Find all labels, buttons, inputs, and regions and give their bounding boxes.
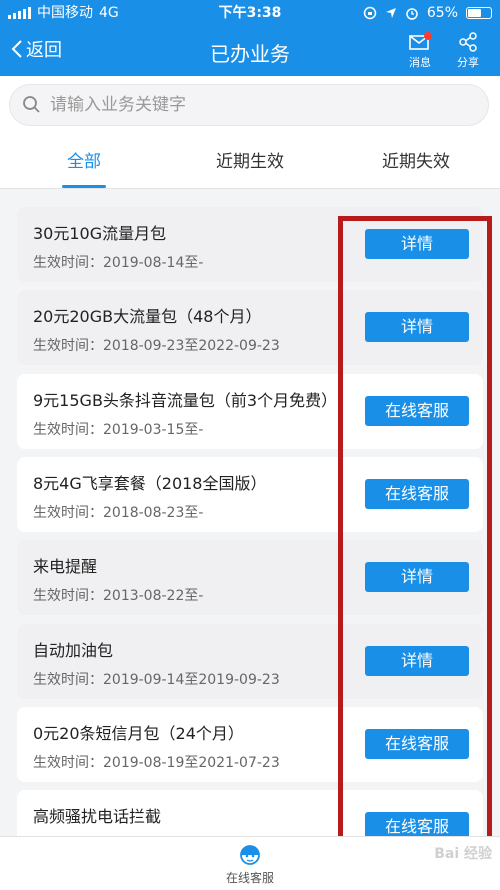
share-label: 分享 [457, 56, 479, 69]
online-service-button[interactable]: 在线客服 [365, 479, 469, 509]
lock-rotation-icon [363, 6, 377, 20]
tab-recently-effective[interactable]: 近期生效 [208, 136, 292, 188]
service-effective-date: 生效时间：2019-03-15至- [33, 422, 204, 438]
service-name: 自动加油包 [33, 641, 114, 660]
watermark: Bai 经验 [434, 846, 492, 862]
service-card: 9元15GB头条抖音流量包（前3个月免费） 生效时间：2019-03-15至- … [17, 374, 483, 449]
online-service-tab[interactable]: 在线客服 [0, 843, 500, 886]
nav-bar: 返回 已办业务 消息 分享 [0, 28, 500, 76]
service-card: 0元20条短信月包（24个月） 生效时间：2019-08-19至2021-07-… [17, 707, 483, 782]
messages-button[interactable]: 消息 [401, 32, 439, 70]
service-name: 9元15GB头条抖音流量包（前3个月免费） [33, 391, 338, 410]
status-bar: 中国移动 4G 下午3:38 65% [0, 0, 500, 26]
share-icon [459, 32, 477, 52]
search-input[interactable] [48, 94, 488, 116]
service-name: 8元4G飞享套餐（2018全国版） [33, 474, 267, 493]
service-name: 来电提醒 [33, 557, 98, 576]
service-card: 30元10G流量月包 生效时间：2019-08-14至- 详情 [17, 207, 483, 282]
search-area [0, 76, 500, 136]
service-effective-date: 生效时间：2019-09-14至2019-09-23 [33, 672, 280, 688]
details-button[interactable]: 详情 [365, 229, 469, 259]
online-service-button[interactable]: 在线客服 [365, 396, 469, 426]
service-name: 高频骚扰电话拦截 [33, 807, 162, 826]
tab-recently-expired[interactable]: 近期失效 [374, 136, 458, 188]
bottom-bar: 在线客服 [0, 836, 500, 890]
service-effective-date: 生效时间：2018-09-23至2022-09-23 [33, 338, 280, 354]
share-button[interactable]: 分享 [449, 32, 487, 70]
service-effective-date: 生效时间：2013-08-22至- [33, 588, 204, 604]
search-box[interactable] [9, 84, 489, 126]
service-card: 来电提醒 生效时间：2013-08-22至- 详情 [17, 540, 483, 615]
service-effective-date: 生效时间：2018-08-23至- [33, 505, 204, 521]
service-name: 30元10G流量月包 [33, 224, 167, 243]
service-card: 8元4G飞享套餐（2018全国版） 生效时间：2018-08-23至- 在线客服 [17, 457, 483, 532]
customer-service-icon [240, 845, 260, 865]
filter-tabs: 全部 近期生效 近期失效 [0, 136, 500, 189]
service-effective-date: 生效时间：2019-08-19至2021-07-23 [33, 755, 280, 771]
service-name: 20元20GB大流量包（48个月） [33, 307, 262, 326]
mail-icon [409, 32, 432, 50]
tab-all[interactable]: 全部 [42, 136, 126, 188]
service-card: 20元20GB大流量包（48个月） 生效时间：2018-09-23至2022-0… [17, 290, 483, 365]
alarm-icon [406, 8, 418, 20]
online-service-button[interactable]: 在线客服 [365, 812, 469, 836]
battery-icon [466, 7, 492, 19]
service-effective-date: 生效时间：2019-08-14至- [33, 255, 204, 271]
messages-label: 消息 [409, 56, 431, 69]
details-button[interactable]: 详情 [365, 312, 469, 342]
service-card: 自动加油包 生效时间：2019-09-14至2019-09-23 详情 [17, 624, 483, 699]
location-icon [385, 8, 396, 18]
service-card: 高频骚扰电话拦截 在线客服 [17, 790, 483, 836]
chat-label: 在线客服 [225, 871, 274, 885]
details-button[interactable]: 详情 [365, 562, 469, 592]
search-icon [23, 96, 40, 113]
top-header: 中国移动 4G 下午3:38 65% 返回 已办业务 消息 分享 [0, 0, 500, 76]
service-list: 30元10G流量月包 生效时间：2019-08-14至- 详情 20元20GB大… [0, 190, 500, 836]
details-button[interactable]: 详情 [365, 646, 469, 676]
service-name: 0元20条短信月包（24个月） [33, 724, 244, 743]
online-service-button[interactable]: 在线客服 [365, 729, 469, 759]
battery-percent: 65% [426, 5, 458, 21]
